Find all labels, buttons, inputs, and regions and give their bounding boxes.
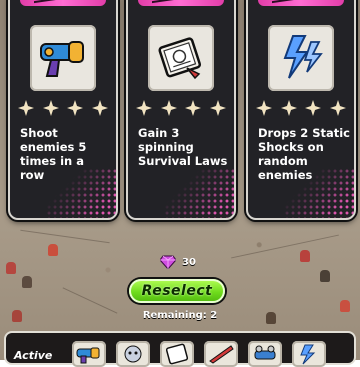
enemy-sprite xyxy=(48,244,58,256)
upgrade-card-3[interactable]: Drops 2 Static Shocks on random enemies xyxy=(246,0,356,220)
red-blade-icon xyxy=(209,345,234,364)
active-label: Active xyxy=(14,349,53,362)
gem-count: 30 xyxy=(182,256,196,268)
card-ribbon xyxy=(20,0,106,6)
reselect-button[interactable]: Reselect xyxy=(127,277,227,305)
reselect-label: Reselect xyxy=(141,283,213,299)
star-icon xyxy=(91,100,108,116)
active-skill-slot[interactable] xyxy=(204,341,238,367)
active-skill-slot[interactable] xyxy=(292,341,326,367)
gem-counter: 30 xyxy=(160,254,196,270)
star-icon xyxy=(280,100,297,116)
blaster-gun-icon xyxy=(76,347,100,364)
star-icon xyxy=(256,100,272,116)
halftone-dots xyxy=(46,168,116,218)
creature-icon xyxy=(124,345,142,363)
gem-icon xyxy=(160,255,176,269)
reselect-button-face: Reselect xyxy=(129,279,225,303)
blaster-gun-icon xyxy=(30,25,96,91)
active-skill-slot[interactable] xyxy=(248,341,282,367)
enemy-sprite xyxy=(22,276,32,288)
star-icon xyxy=(209,100,226,116)
star-icon xyxy=(329,100,346,116)
enemy-sprite xyxy=(6,262,16,274)
star-icon xyxy=(18,100,34,116)
lightning-icon xyxy=(300,344,316,365)
upgrade-card-2[interactable]: Gain 3 spinning Survival Laws xyxy=(126,0,236,220)
halftone-dots xyxy=(284,168,354,218)
card-ribbon xyxy=(138,0,224,6)
drone-icon xyxy=(254,345,276,360)
halftone-dots xyxy=(164,168,234,218)
card-description: Gain 3 spinning Survival Laws xyxy=(138,126,228,168)
book-icon xyxy=(165,343,189,365)
lightning-icon xyxy=(268,25,334,91)
star-rating xyxy=(18,100,108,116)
star-icon xyxy=(136,100,152,116)
active-skill-slot[interactable] xyxy=(72,341,106,367)
upgrade-card-1[interactable]: Shoot enemies 5 times in a row xyxy=(8,0,118,220)
star-icon xyxy=(160,100,177,116)
star-rating xyxy=(136,100,226,116)
star-icon xyxy=(185,100,202,116)
enemy-sprite xyxy=(320,270,330,282)
active-skill-slot[interactable] xyxy=(160,341,194,367)
card-ribbon xyxy=(258,0,344,6)
active-skill-slot[interactable] xyxy=(116,341,150,367)
book-icon xyxy=(148,25,214,91)
remaining-count: Remaining: 2 xyxy=(142,310,218,321)
star-rating xyxy=(256,100,346,116)
star-icon xyxy=(42,100,59,116)
enemy-sprite xyxy=(300,250,310,262)
star-icon xyxy=(67,100,84,116)
star-icon xyxy=(305,100,322,116)
